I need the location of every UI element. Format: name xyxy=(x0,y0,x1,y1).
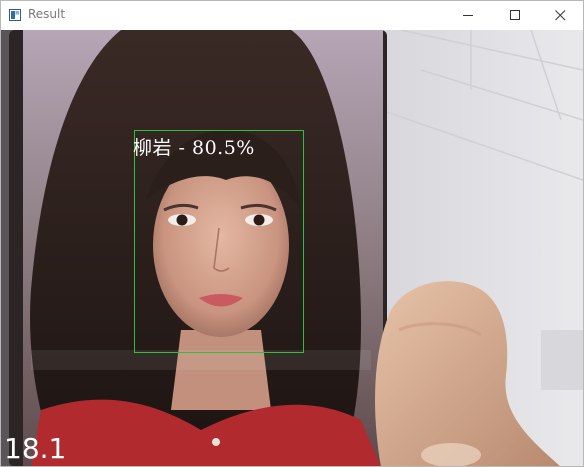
minimize-button[interactable] xyxy=(445,1,491,30)
result-window: Result 柳岩 - 80.5% 18.1 xyxy=(0,0,584,467)
fps-counter: 18.1 xyxy=(4,432,67,465)
title-bar[interactable]: Result xyxy=(1,1,583,30)
close-icon xyxy=(554,10,565,21)
maximize-icon xyxy=(509,10,520,20)
camera-frame: 柳岩 - 80.5% 18.1 xyxy=(1,30,583,466)
face-detection-label: 柳岩 - 80.5% xyxy=(133,137,255,159)
app-icon xyxy=(9,9,21,21)
window-title: Result xyxy=(28,7,66,21)
face-detection-box xyxy=(134,130,304,353)
minimize-icon xyxy=(462,15,473,16)
close-button[interactable] xyxy=(537,1,583,30)
maximize-button[interactable] xyxy=(492,1,538,30)
